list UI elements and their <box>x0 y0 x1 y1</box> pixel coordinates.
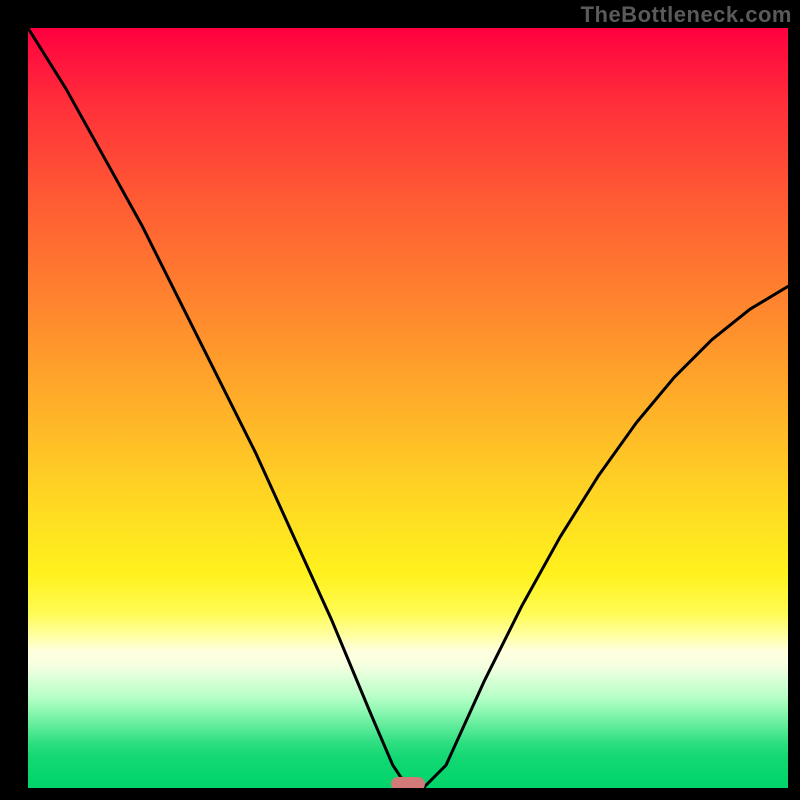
watermark-text: TheBottleneck.com <box>581 2 792 28</box>
chart-frame: TheBottleneck.com <box>0 0 800 800</box>
optimal-point-marker <box>391 777 425 788</box>
plot-area <box>28 28 788 788</box>
bottleneck-curve <box>28 28 788 788</box>
